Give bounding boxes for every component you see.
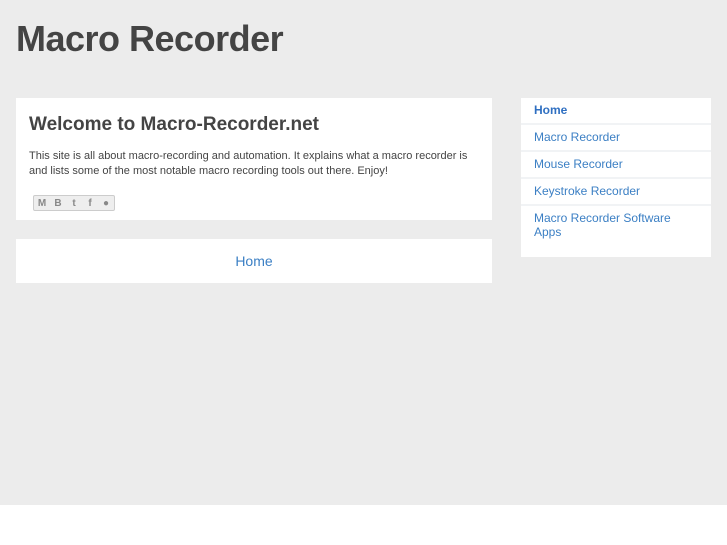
post-body: This site is all about macro-recording a… (29, 150, 468, 177)
sidebar-item-mouse-recorder: Mouse Recorder (521, 152, 711, 179)
sidebar-item-software-apps: Macro Recorder Software Apps (521, 206, 711, 245)
twitter-icon[interactable]: t (67, 196, 81, 210)
sidebar-item-home: Home (521, 98, 711, 125)
blogger-icon[interactable]: B (51, 196, 65, 210)
sidebar-link[interactable]: Mouse Recorder (534, 157, 623, 171)
facebook-icon[interactable]: f (83, 196, 97, 210)
sidebar-link[interactable]: Home (534, 103, 567, 117)
buzz-icon[interactable]: ● (99, 196, 113, 210)
pager: Home (16, 239, 492, 283)
post: Welcome to Macro-Recorder.net This site … (16, 98, 492, 220)
home-link[interactable]: Home (235, 253, 272, 269)
post-title[interactable]: Welcome to Macro-Recorder.net (29, 114, 319, 136)
sidebar-item-keystroke-recorder: Keystroke Recorder (521, 179, 711, 206)
share-buttons: M B t f ● (33, 195, 115, 211)
sidebar-link[interactable]: Macro Recorder Software Apps (534, 211, 671, 239)
sidebar: Home Macro Recorder Mouse Recorder Keyst… (521, 98, 711, 257)
sidebar-item-macro-recorder: Macro Recorder (521, 125, 711, 152)
footer (0, 505, 727, 545)
email-icon[interactable]: M (35, 196, 49, 210)
sidebar-link[interactable]: Keystroke Recorder (534, 184, 640, 198)
site-title[interactable]: Macro Recorder (16, 18, 284, 60)
sidebar-link[interactable]: Macro Recorder (534, 130, 620, 144)
